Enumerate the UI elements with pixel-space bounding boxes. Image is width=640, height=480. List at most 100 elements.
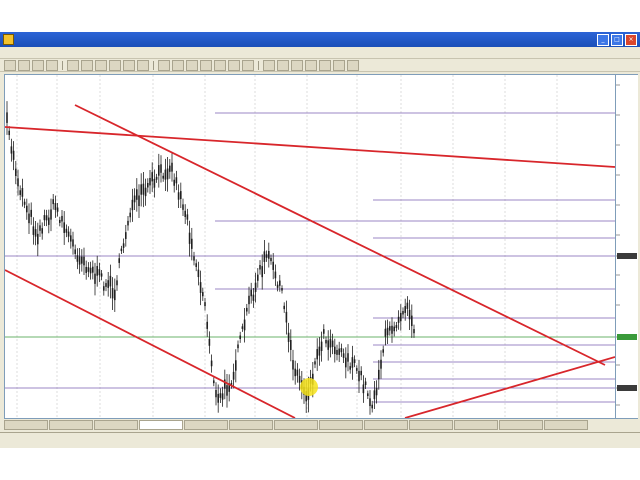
toolbar-button[interactable] <box>32 59 44 71</box>
candle-body <box>384 328 387 337</box>
candle-body <box>338 348 340 355</box>
candle-body <box>265 254 268 258</box>
candle-body <box>378 369 380 380</box>
candle-body <box>395 325 398 329</box>
chart-tab[interactable] <box>544 420 588 430</box>
minimize-button[interactable]: _ <box>597 33 609 46</box>
candle-body <box>76 255 79 262</box>
candle-body <box>21 188 24 197</box>
candle-body <box>340 348 343 353</box>
toolbar-button[interactable] <box>18 59 30 71</box>
toolbar-separator <box>153 60 154 70</box>
candle-body <box>85 266 87 273</box>
candle-body <box>39 225 41 231</box>
price-chart[interactable] <box>4 75 616 419</box>
candle-body <box>325 340 327 344</box>
toolbar <box>0 59 640 72</box>
trend-line-upper <box>4 126 616 168</box>
toolbar-button[interactable] <box>137 59 149 71</box>
candle-body <box>23 201 26 205</box>
candle-body <box>177 192 180 200</box>
chart-tab[interactable] <box>139 420 183 430</box>
toolbar-button[interactable] <box>228 59 240 71</box>
candle-body <box>59 219 61 223</box>
candle-body <box>191 238 193 249</box>
toolbar-button[interactable] <box>123 59 135 71</box>
candle-body <box>254 282 257 292</box>
candle-body <box>153 178 156 188</box>
chart-tab[interactable] <box>184 420 228 430</box>
toolbar-button[interactable] <box>46 59 58 71</box>
toolbar-button[interactable] <box>4 59 16 71</box>
toolbar-button[interactable] <box>172 59 184 71</box>
candle-body <box>296 369 299 376</box>
candle-body <box>298 375 301 383</box>
toolbar-button[interactable] <box>333 59 345 71</box>
candle-body <box>290 339 292 350</box>
candle-body <box>17 178 19 187</box>
candle-body <box>70 235 72 242</box>
toolbar-button[interactable] <box>305 59 317 71</box>
toolbar-button[interactable] <box>109 59 121 71</box>
toolbar-button[interactable] <box>67 59 79 71</box>
candle-body <box>98 269 101 276</box>
candle-body <box>217 393 219 403</box>
candle-body <box>133 195 136 203</box>
candle-body <box>314 361 316 365</box>
candle-body <box>362 384 365 394</box>
candle-body <box>195 263 197 267</box>
toolbar-button[interactable] <box>291 59 303 71</box>
chart-area[interactable] <box>4 74 616 419</box>
chart-tab[interactable] <box>94 420 138 430</box>
toolbar-button[interactable] <box>242 59 254 71</box>
candle-body <box>92 266 94 273</box>
toolbar-button[interactable] <box>347 59 359 71</box>
mouse-highlight-icon <box>300 378 318 396</box>
chart-tab[interactable] <box>454 420 498 430</box>
candle-body <box>116 280 118 286</box>
candle-body <box>140 184 142 195</box>
candle-body <box>180 191 182 200</box>
chart-tab[interactable] <box>499 420 543 430</box>
toolbar-button[interactable] <box>81 59 93 71</box>
toolbar-button[interactable] <box>319 59 331 71</box>
candle-body <box>147 182 149 188</box>
candle-body <box>107 280 109 288</box>
candle-body <box>347 353 349 362</box>
chart-tab[interactable] <box>409 420 453 430</box>
chart-tab[interactable] <box>229 420 273 430</box>
close-button[interactable]: × <box>625 33 637 46</box>
candle-body <box>45 215 48 221</box>
candle-body <box>199 282 202 293</box>
toolbar-button[interactable] <box>214 59 226 71</box>
chart-tab[interactable] <box>319 420 363 430</box>
chart-tab[interactable] <box>364 420 408 430</box>
candle-body <box>323 329 325 334</box>
candle-body <box>52 199 54 205</box>
chart-tab[interactable] <box>4 420 48 430</box>
toolbar-button[interactable] <box>277 59 289 71</box>
candle-body <box>173 179 175 186</box>
candle-body <box>120 248 123 252</box>
candle-body <box>30 209 32 217</box>
candle-body <box>411 315 413 327</box>
candle-body <box>331 340 334 347</box>
candle-body <box>37 233 39 245</box>
candle-body <box>74 249 76 254</box>
chart-tab[interactable] <box>274 420 318 430</box>
toolbar-button[interactable] <box>158 59 170 71</box>
toolbar-button[interactable] <box>263 59 275 71</box>
candle-body <box>375 387 378 396</box>
candle-body <box>235 360 237 371</box>
chart-tab[interactable] <box>49 420 93 430</box>
maximize-button[interactable]: □ <box>611 33 623 46</box>
candle-body <box>103 286 105 291</box>
candle-body <box>364 381 367 386</box>
toolbar-button[interactable] <box>200 59 212 71</box>
toolbar-button[interactable] <box>95 59 107 71</box>
toolbar-button[interactable] <box>186 59 198 71</box>
candle-body <box>408 309 411 320</box>
menu-bar <box>0 47 640 59</box>
candle-body <box>358 370 360 382</box>
candle-body <box>351 357 354 368</box>
